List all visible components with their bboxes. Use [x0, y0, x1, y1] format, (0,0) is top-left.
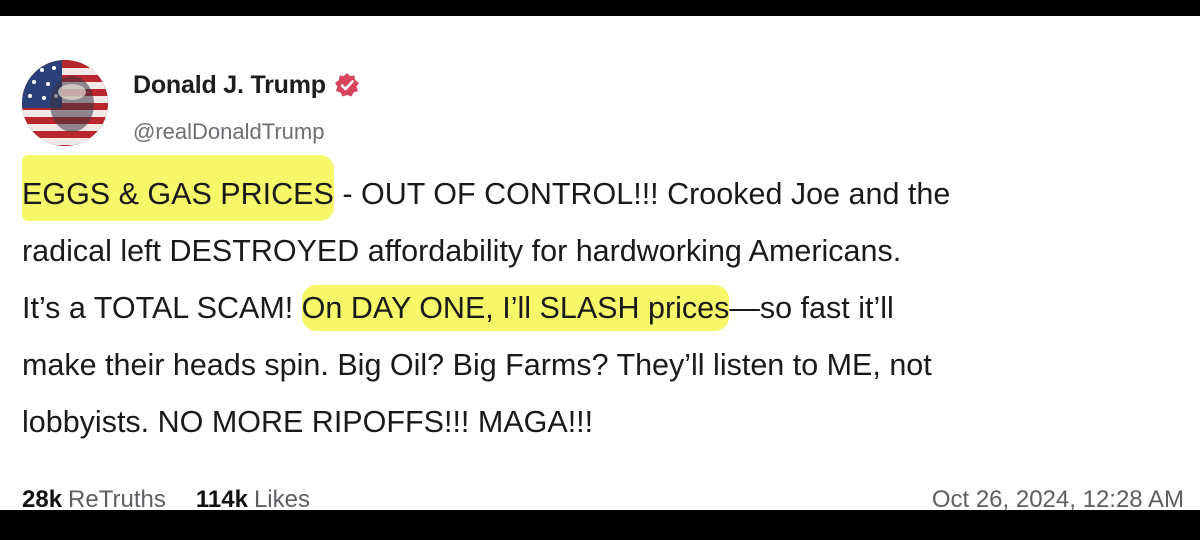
post-line-4: make their heads spin. Big Oil? Big Farm… — [22, 337, 1187, 394]
post-text: —so fast it’ll — [729, 291, 894, 325]
author-handle[interactable]: @realDonaldTrump — [133, 119, 324, 145]
post-line-2: radical left DESTROYED affordability for… — [22, 223, 1187, 280]
post-timestamp[interactable]: Oct 26, 2024, 12:28 AM — [932, 486, 1184, 510]
retruths-stat[interactable]: 28k ReTruths — [22, 486, 166, 510]
post-text: make their heads spin. Big Oil? Big Farm… — [22, 348, 932, 382]
post-text: - OUT OF CONTROL!!! Crooked Joe and the — [333, 177, 951, 211]
highlighted-text: On DAY ONE, I’ll SLASH prices — [301, 285, 730, 331]
retruths-count: 28k — [22, 486, 63, 510]
likes-count: 114k — [195, 486, 248, 510]
post-text: It’s a TOTAL SCAM! — [22, 291, 302, 325]
post-footer: 28k ReTruths 114k Likes Oct 26, 2024, 12:2… — [22, 486, 1184, 510]
post-text: Americans. — [741, 234, 902, 268]
likes-label: Likes — [253, 486, 310, 510]
retruths-label: ReTruths — [68, 486, 166, 510]
post-text: radical left DESTRO — [22, 234, 297, 268]
flag-portrait-avatar — [22, 60, 108, 146]
post-text: lobbyists. NO MORE RIPOFFS!!! MAGA!!! — [22, 405, 594, 439]
author-name[interactable]: Donald J. Trump — [133, 71, 326, 100]
verified-badge-icon — [334, 72, 360, 98]
likes-stat[interactable]: 114k Likes — [196, 486, 310, 510]
highlighted-text: YED affordability for hardworking — [296, 234, 742, 268]
post-line-5: lobbyists. NO MORE RIPOFFS!!! MAGA!!! — [22, 394, 1187, 451]
author-row: Donald J. Trump — [133, 68, 360, 102]
avatar[interactable] — [22, 60, 108, 146]
post-line-1: EGGS & GAS PRICES - OUT OF CONTROL!!! Cr… — [22, 155, 1187, 223]
post-line-3: It’s a TOTAL SCAM! On DAY ONE, I’ll SLAS… — [22, 280, 1187, 337]
post-card: Donald J. Trump @realDonaldTrump EGGS & … — [0, 16, 1200, 510]
post-body: EGGS & GAS PRICES - OUT OF CONTROL!!! Cr… — [22, 155, 1187, 451]
highlighted-text: EGGS & GAS PRICES — [22, 155, 334, 221]
